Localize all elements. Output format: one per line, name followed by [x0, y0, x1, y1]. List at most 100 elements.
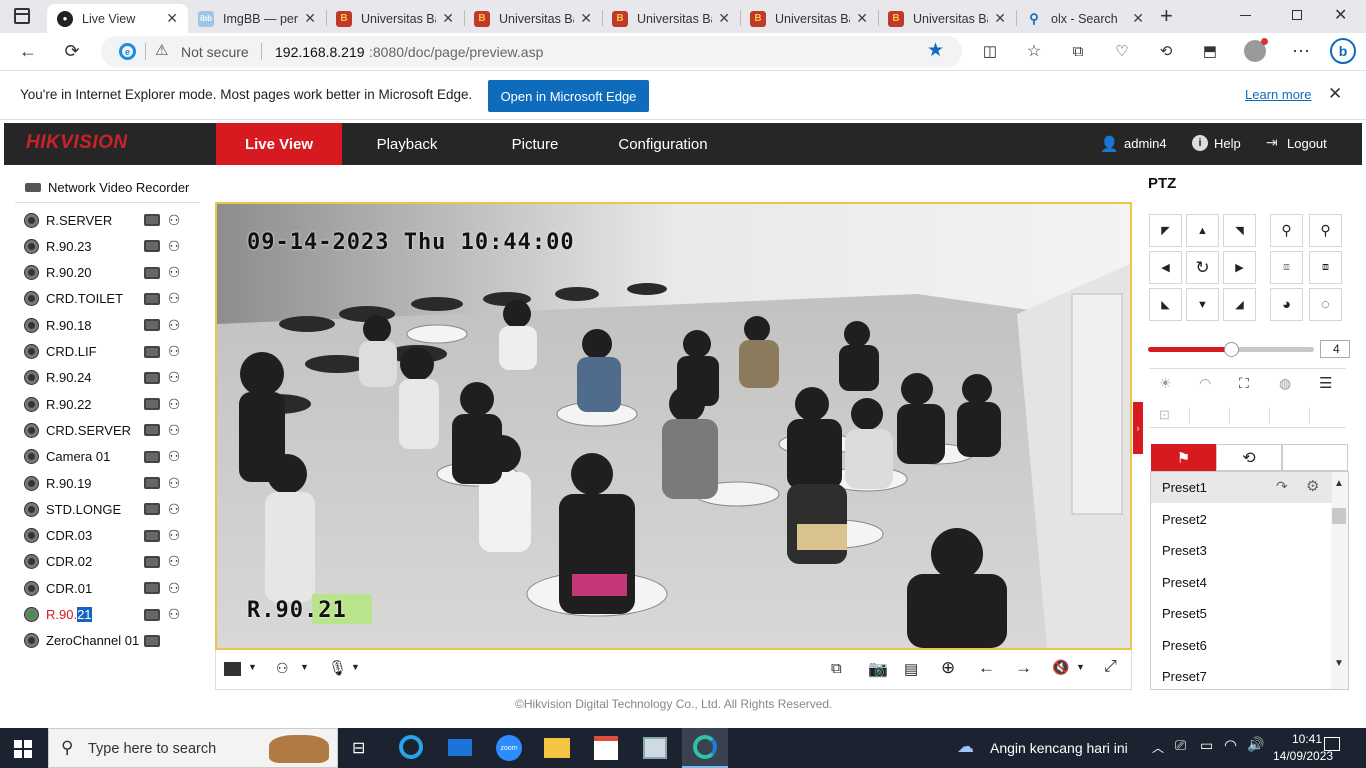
record-icon[interactable]	[144, 529, 160, 542]
downloads-icon[interactable]: ⬒	[1196, 37, 1224, 65]
refresh-button[interactable]: ⟳	[58, 37, 86, 65]
chevron-down-icon[interactable]: ▼	[351, 662, 360, 672]
record-icon[interactable]	[144, 266, 160, 279]
logout-link[interactable]: Logout	[1287, 136, 1327, 151]
close-icon[interactable]: ✕	[166, 10, 178, 27]
preset-item[interactable]: Preset1	[1151, 472, 1332, 503]
profile-avatar[interactable]	[1241, 37, 1269, 65]
stream-icon[interactable]: ⚇	[166, 290, 182, 307]
warning-icon[interactable]: ⚠	[155, 41, 168, 59]
store-icon[interactable]	[594, 736, 618, 760]
more-options-icon[interactable]: ⋯	[1287, 37, 1315, 65]
battery-icon[interactable]: ▭	[1200, 737, 1213, 754]
mail-icon[interactable]	[448, 739, 472, 756]
ptz-left-button[interactable]: ◀	[1149, 251, 1182, 284]
windows-start-icon[interactable]	[14, 740, 32, 758]
task-view-icon[interactable]: ⊟	[352, 738, 365, 758]
stream-icon[interactable]: ⚇	[166, 343, 182, 360]
network-icon[interactable]: ⎚	[1175, 737, 1186, 754]
tab-university-2[interactable]: B Universitas Ba ✕	[464, 4, 602, 33]
iris-close-icon[interactable]: ◌	[1309, 288, 1342, 321]
scrollbar[interactable]: ▲ ▼	[1331, 472, 1348, 689]
close-icon[interactable]: ✕	[994, 10, 1006, 27]
user-name[interactable]: admin4	[1124, 136, 1167, 151]
close-icon[interactable]: ✕	[718, 10, 730, 27]
record-icon[interactable]	[144, 424, 160, 437]
sync-icon[interactable]: ⟲	[1152, 37, 1180, 65]
edge-active-taskbar-button[interactable]	[682, 728, 728, 768]
ptz-down-button[interactable]: ▼	[1186, 288, 1219, 321]
menu-live-view[interactable]: Live View	[216, 123, 342, 165]
zoom-out-icon[interactable]: ⚲	[1270, 214, 1303, 247]
favorite-star-icon[interactable]: ★	[927, 39, 944, 62]
tab-university-4[interactable]: B Universitas Ba ✕	[740, 4, 878, 33]
tab-imgbb[interactable]: ibb ImgBB — per ✕	[188, 4, 326, 33]
camera-item[interactable]: CDR.02 ⚇	[25, 551, 190, 573]
camera-item[interactable]: CDR.01 ⚇	[25, 577, 190, 599]
stream-icon[interactable]: ⚇	[166, 606, 182, 623]
stream-icon[interactable]: ⚇	[166, 580, 182, 596]
preset-item[interactable]: Preset5	[1151, 598, 1332, 629]
ptz-auto-button[interactable]: ↻	[1186, 251, 1219, 284]
camera-item[interactable]: R.90.22 ⚇	[25, 393, 190, 415]
restore-button[interactable]	[1292, 10, 1302, 20]
preset-item[interactable]: Preset6	[1151, 630, 1332, 661]
focus-far-icon[interactable]: ⧈	[1309, 251, 1342, 284]
favorites-icon[interactable]: ☆	[1020, 37, 1048, 65]
tab-presets[interactable]: ⚑	[1151, 444, 1216, 471]
stream-icon[interactable]: ⚇	[166, 369, 182, 386]
edge-taskbar-icon[interactable]	[399, 735, 423, 759]
close-window-button[interactable]: ✕	[1334, 5, 1347, 25]
zoom-icon[interactable]: zoom	[496, 735, 522, 761]
record-icon[interactable]	[144, 503, 160, 516]
help-icon[interactable]: i	[1192, 135, 1208, 151]
stream-icon[interactable]: ⚇	[166, 212, 182, 228]
tab-patrol[interactable]: ⟲	[1216, 444, 1282, 471]
preset-item[interactable]: Preset4	[1151, 567, 1332, 598]
logout-icon[interactable]: ⇥	[1266, 134, 1278, 151]
tab-live-view[interactable]: ● Live View ✕	[47, 4, 188, 33]
live-video-window[interactable]: 09-14-2023 Thu 10:44:00 R.90.21	[215, 202, 1132, 650]
camera-item[interactable]: STD.LONGE ⚇	[25, 498, 190, 520]
menu-configuration[interactable]: Configuration	[601, 123, 725, 165]
camera-item[interactable]: R.90.21 ⚇	[25, 604, 190, 626]
stream-icon[interactable]: ⚇	[166, 448, 182, 465]
wiper-icon[interactable]: ◠	[1199, 375, 1211, 392]
weather-icon[interactable]: ☁	[957, 737, 974, 757]
record-icon[interactable]	[144, 634, 160, 647]
app-icon[interactable]	[643, 737, 667, 759]
manual-tracking-icon[interactable]: ⊡	[1159, 407, 1170, 423]
ptz-up-left-button[interactable]: ◤	[1149, 214, 1182, 247]
stream-icon[interactable]: ⚇	[166, 527, 182, 544]
menu-playback[interactable]: Playback	[349, 123, 465, 165]
tab-actions-icon[interactable]	[14, 8, 30, 24]
file-explorer-icon[interactable]	[544, 738, 570, 758]
clock-date[interactable]: 14/09/2023	[1273, 749, 1333, 763]
clock-time[interactable]: 10:41	[1292, 732, 1322, 746]
capture-icon[interactable]: 📷	[868, 659, 888, 679]
learn-more-link[interactable]: Learn more	[1245, 87, 1311, 102]
chevron-up-icon[interactable]: ︿	[1152, 739, 1164, 756]
record-icon[interactable]	[144, 292, 160, 305]
camera-item[interactable]: CRD.SERVER ⚇	[25, 419, 190, 441]
collapse-ptz-handle[interactable]: ›	[1133, 402, 1143, 454]
record-icon[interactable]	[144, 477, 160, 489]
close-icon[interactable]: ✕	[580, 10, 592, 27]
record-icon[interactable]	[144, 398, 160, 411]
stream-icon[interactable]: ⚇	[166, 553, 182, 570]
bing-copilot-icon[interactable]: b	[1329, 37, 1357, 65]
tab-university-1[interactable]: B Universitas Ba ✕	[326, 4, 464, 33]
camera-item[interactable]: CRD.LIF ⚇	[25, 341, 190, 363]
record-icon[interactable]	[144, 371, 160, 384]
open-in-edge-button[interactable]: Open in Microsoft Edge	[488, 80, 649, 112]
record-icon[interactable]	[144, 582, 160, 595]
address-bar[interactable]: e ⚠ Not secure 192.168.8.219 :8080/doc/p…	[101, 36, 962, 67]
close-icon[interactable]: ✕	[442, 10, 454, 27]
taskbar-search-box[interactable]: ⚲ Type here to search	[48, 728, 338, 768]
help-link[interactable]: Help	[1214, 136, 1241, 151]
stream-icon[interactable]: ⚇	[166, 238, 182, 254]
ptz-speed-knob[interactable]	[1224, 342, 1239, 357]
light-icon[interactable]: ☀	[1159, 375, 1172, 392]
preset-item[interactable]: Preset7	[1151, 661, 1332, 692]
back-button[interactable]: ←	[14, 37, 42, 65]
